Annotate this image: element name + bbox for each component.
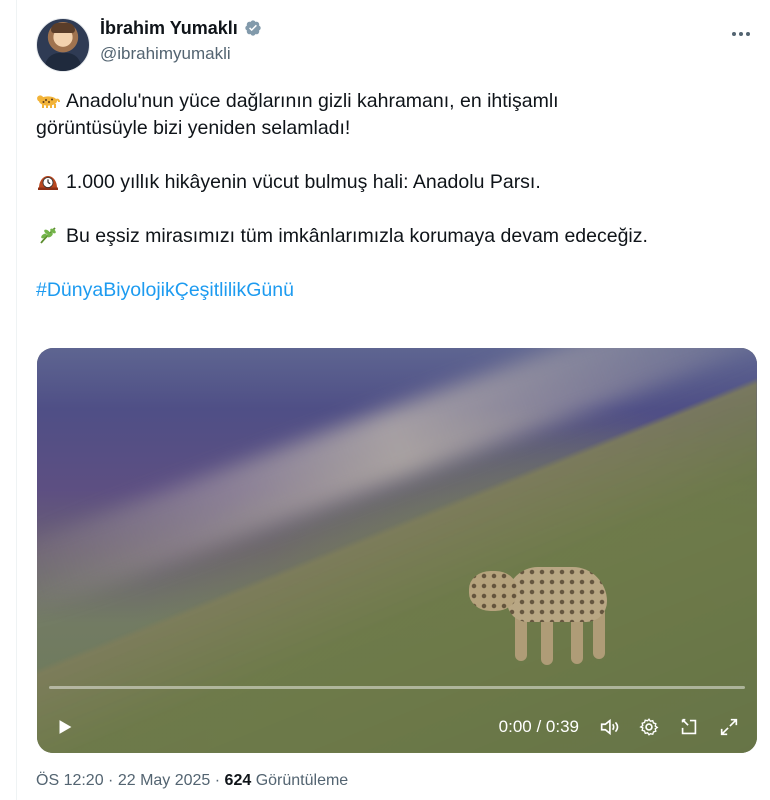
tweet-line-2: görüntüsüyle bizi yeniden selamladı!: [36, 117, 351, 139]
settings-icon[interactable]: [637, 715, 661, 739]
more-dot: [746, 32, 750, 36]
tweet-line-1: Anadolu'nun yüce dağlarının gizli kahram…: [36, 88, 756, 115]
video-player[interactable]: 0:00 / 0:39: [37, 348, 757, 753]
tweet-line-1-text: Anadolu'nun yüce dağlarının gizli kahram…: [66, 90, 559, 112]
pip-icon[interactable]: [677, 715, 701, 739]
leopard-spots: [507, 567, 607, 622]
play-icon[interactable]: [53, 715, 77, 739]
author-handle[interactable]: @ibrahimyumakli: [100, 44, 231, 64]
tweet-meta: ÖS 12:20 · 22 May 2025 · 624 Görüntüleme: [36, 772, 348, 790]
video-time: 0:00 / 0:39: [498, 717, 579, 736]
author-name[interactable]: İbrahim Yumaklı: [100, 18, 238, 39]
tweet-line-4: Bu eşsiz mirasımızı tüm imkânlarımızla k…: [36, 223, 756, 250]
more-options-icon[interactable]: [726, 24, 756, 44]
avatar[interactable]: [36, 18, 90, 72]
volume-icon[interactable]: [597, 715, 621, 739]
leopard-body: [507, 567, 607, 622]
tweet-header: İbrahim Yumaklı @ibrahimyumakli: [36, 14, 756, 78]
video-controls: 0:00 / 0:39: [53, 713, 741, 741]
mantelpiece-clock-emoji-icon: [36, 171, 60, 191]
tweet-line-3: 1.000 yıllık hikâyenin vücut bulmuş hali…: [36, 169, 756, 196]
view-count: 624: [224, 772, 252, 789]
tweet-line-4-text: Bu eşsiz mirasımızı tüm imkânlarımızla k…: [66, 225, 648, 247]
more-dot: [732, 32, 736, 36]
video-controls-right: 0:00 / 0:39: [499, 715, 741, 739]
tweet-text: Anadolu'nun yüce dağlarının gizli kahram…: [36, 88, 756, 304]
author-name-row: İbrahim Yumaklı: [100, 16, 262, 40]
tweet-line-3-text: 1.000 yıllık hikâyenin vücut bulmuş hali…: [66, 171, 541, 193]
verified-badge-icon: [244, 19, 262, 37]
leopard-image: [467, 549, 622, 677]
hashtag-link[interactable]: #DünyaBiyolojikÇeşitlilikGünü: [36, 277, 756, 304]
leopard-emoji-icon: [36, 90, 60, 110]
herb-emoji-icon: [36, 225, 60, 245]
video-progress-bar[interactable]: [49, 686, 745, 689]
leopard-spots: [469, 571, 517, 611]
leopard-head: [469, 571, 517, 611]
avatar-coat: [45, 53, 81, 71]
fullscreen-icon[interactable]: [717, 715, 741, 739]
avatar-cap: [51, 23, 75, 33]
tweet-timestamp[interactable]: ÖS 12:20 · 22 May 2025 ·: [36, 772, 225, 789]
left-divider: [16, 0, 17, 800]
more-dot: [739, 32, 743, 36]
views-label: Görüntüleme: [251, 772, 349, 789]
